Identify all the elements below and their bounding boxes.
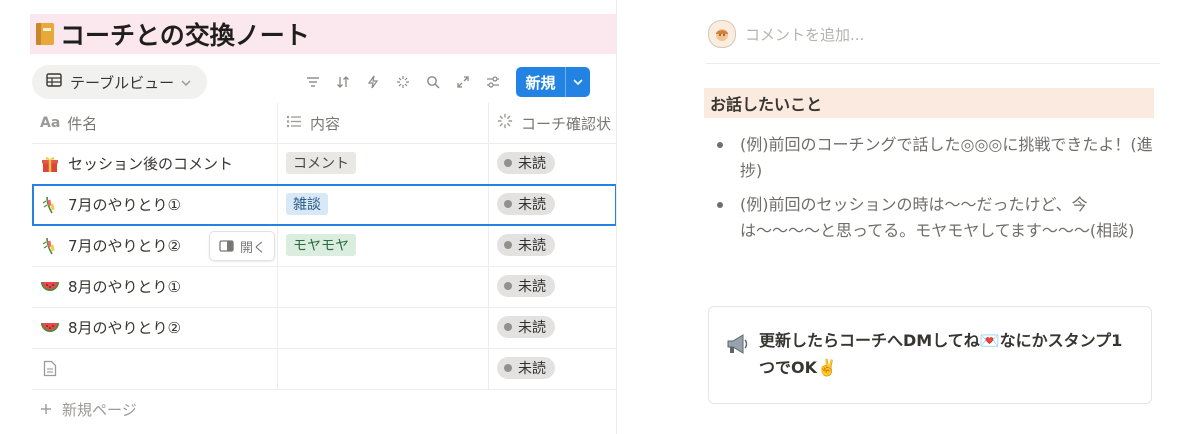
list-item[interactable]: (例)前回のセッションの時は〜〜だったけど、今は〜〜〜〜と思ってる。モヤモヤして… (716, 192, 1156, 244)
row-title: 7月のやりとり① (68, 196, 181, 214)
callout-block[interactable]: 更新したらコーチへDMしてね💌なにかスタンプ1つでOK✌️ (708, 306, 1152, 404)
status-dot (504, 282, 512, 290)
table-icon (46, 73, 62, 91)
row-title: 7月のやりとり② (68, 237, 181, 255)
status-label: 未読 (518, 361, 546, 377)
avatar (708, 20, 736, 48)
bullet-icon (717, 202, 723, 208)
notebook-icon (34, 21, 56, 47)
status-dot (504, 364, 512, 372)
row-title: セッション後のコメント (68, 155, 234, 173)
gift-icon (40, 154, 60, 174)
status-badge[interactable]: 未読 (497, 275, 555, 297)
table-header: Aa 件名 内容 コーチ確認状 (32, 103, 617, 144)
page-icon (40, 359, 60, 379)
column-header-label: 件名 (67, 114, 98, 133)
content-tag[interactable]: コメント (286, 152, 356, 174)
new-page-button[interactable]: 新規ページ (40, 390, 137, 428)
content-tag[interactable]: モヤモヤ (286, 234, 356, 256)
page-title[interactable]: コーチとの交換ノート (34, 14, 310, 54)
status-badge[interactable]: 未読 (497, 357, 555, 379)
page-title-text: コーチとの交換ノート (60, 21, 310, 50)
row-title: 8月のやりとり② (68, 319, 181, 337)
plus-icon (40, 403, 52, 415)
status-label: 未読 (518, 238, 546, 254)
tanabata-icon (40, 236, 60, 256)
status-label: 未読 (518, 156, 546, 172)
status-badge[interactable]: 未読 (497, 316, 555, 338)
status-dot (504, 241, 512, 249)
table-row[interactable]: セッション後のコメント コメント 未読 (32, 143, 617, 185)
new-button-label: 新規 (525, 73, 556, 92)
column-header-status[interactable]: コーチ確認状 (497, 103, 611, 143)
sparkle-icon[interactable] (394, 73, 412, 91)
comment-composer[interactable]: コメントを追加... (708, 20, 864, 48)
expand-icon[interactable] (454, 73, 472, 91)
comment-input[interactable]: コメントを追加... (745, 24, 864, 45)
table-row[interactable]: 7月のやりとり② 開く モヤモヤ 未読 (32, 225, 617, 267)
row-name-cell[interactable]: 8月のやりとり① (40, 266, 181, 307)
column-header-label: 内容 (310, 114, 341, 133)
chevron-down-icon[interactable] (566, 78, 590, 86)
row-name-cell[interactable]: 7月のやりとり② (40, 225, 181, 266)
watermelon-icon (40, 318, 60, 338)
open-row-label: 開く (240, 240, 267, 256)
new-page-label: 新規ページ (62, 400, 137, 419)
list-item[interactable]: (例)前回のコーチングで話した◎◎◎に挑戦できたよ！(進捗) (716, 132, 1156, 184)
table-row[interactable]: 8月のやりとり② 未読 (32, 307, 617, 349)
new-button[interactable]: 新規 (516, 67, 590, 97)
row-name-cell[interactable]: セッション後のコメント (40, 143, 233, 184)
comment-divider (706, 63, 1160, 64)
search-icon[interactable] (424, 73, 442, 91)
status-dot (504, 159, 512, 167)
column-header-name[interactable]: Aa 件名 (40, 103, 97, 143)
filter-icon[interactable] (304, 73, 322, 91)
bullet-icon (717, 142, 723, 148)
status-badge[interactable]: 未読 (497, 234, 555, 256)
table-row[interactable]: 7月のやりとり① 雑談 未読 (32, 184, 617, 226)
list-property-icon (286, 114, 302, 132)
status-label: 未読 (518, 279, 546, 295)
status-label: 未読 (518, 320, 546, 336)
watermelon-icon (40, 277, 60, 297)
table-row[interactable]: 未読 (32, 348, 617, 390)
section-heading[interactable]: お話したいこと (704, 88, 1154, 118)
chevron-down-icon (180, 73, 192, 91)
side-peek-icon (219, 240, 234, 252)
row-title: 8月のやりとり① (68, 278, 181, 296)
list-item-text: (例)前回のセッションの時は〜〜だったけど、今は〜〜〜〜と思ってる。モヤモヤして… (740, 195, 1135, 240)
section-heading-text: お話したいこと (710, 95, 823, 114)
bullet-list: (例)前回のコーチングで話した◎◎◎に挑戦できたよ！(進捗) (例)前回のセッシ… (716, 132, 1156, 252)
status-badge[interactable]: 未読 (497, 152, 555, 174)
column-header-content[interactable]: 内容 (286, 103, 340, 143)
status-dot (504, 200, 512, 208)
view-switcher[interactable]: テーブルビュー (32, 65, 207, 99)
tanabata-icon (40, 195, 60, 215)
row-name-cell[interactable]: 7月のやりとり① (40, 184, 181, 225)
database-view: コーチとの交換ノート テーブルビュー 新規 Aa 件名 内容 コーチ確認状 セッ… (0, 0, 617, 434)
table-row[interactable]: 8月のやりとり① 未読 (32, 266, 617, 308)
sort-icon[interactable] (334, 73, 352, 91)
column-header-label: コーチ確認状 (521, 114, 612, 133)
content-tag[interactable]: 雑談 (286, 193, 328, 215)
view-label: テーブルビュー (70, 73, 175, 92)
status-label: 未読 (518, 197, 546, 213)
callout-text: 更新したらコーチへDMしてね💌なにかスタンプ1つでOK✌️ (759, 331, 1123, 377)
settings-sliders-icon[interactable] (484, 73, 502, 91)
status-badge[interactable]: 未読 (497, 193, 555, 215)
status-dot (504, 323, 512, 331)
list-item-text: (例)前回のコーチングで話した◎◎◎に挑戦できたよ！(進捗) (740, 135, 1153, 180)
lightning-icon[interactable] (364, 73, 382, 91)
open-row-button[interactable]: 開く (209, 231, 275, 261)
row-name-cell[interactable]: 8月のやりとり② (40, 307, 181, 348)
text-property-icon: Aa (40, 115, 61, 131)
row-name-cell[interactable] (40, 348, 68, 389)
megaphone-icon (725, 331, 751, 357)
status-property-icon (497, 113, 513, 133)
